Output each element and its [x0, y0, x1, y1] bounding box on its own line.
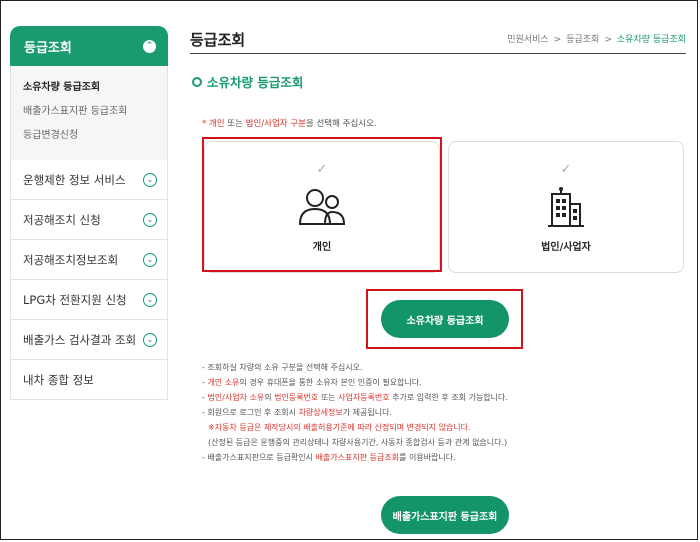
breadcrumb: 민원서비스 > 등급조회 > 소유차량 등급조회: [507, 35, 686, 45]
sidebar-item-low-emission-info[interactable]: 저공해조치정보조회 ⌄: [10, 240, 168, 280]
page-title: 등급조회: [190, 31, 246, 49]
chevron-down-icon: ⌄: [143, 212, 157, 227]
highlight-box-personal: [202, 137, 442, 272]
sidebar-subitem-grade-change[interactable]: 등급변경신청: [23, 124, 167, 148]
note-line: - 개인 소유의 경우 휴대폰을 통한 소유자 본인 인증이 필요합니다.: [202, 378, 422, 387]
breadcrumb-item[interactable]: 등급조회: [566, 35, 599, 45]
note-line: - 회원으로 로그인 후 조회시 차량상세정보가 제공됩니다.: [202, 408, 392, 417]
note-line: - 배출가스표지판으로 등급확인시 배출가스표지판 등급조회를 이용바랍니다.: [202, 453, 456, 462]
chevron-up-icon: ⌃: [143, 39, 156, 53]
note-line: - 법인/사업자 소유의 법인등록번호 또는 사업자등록번호 추가로 입력한 후…: [202, 393, 508, 402]
chevron-down-icon: ⌄: [143, 292, 157, 307]
check-icon: ✓: [560, 162, 572, 177]
sidebar-submenu: 소유차량 등급조회 배출가스표지판 등급조회 등급변경신청: [10, 66, 168, 160]
selection-instruction: * 개인 또는 법인/사업자 구분을 선택해 주십시오.: [202, 119, 377, 129]
section-title: 소유차량 등급조회: [192, 72, 303, 91]
sidebar: 등급조회 ⌃ 소유차량 등급조회 배출가스표지판 등급조회 등급변경신청 운행제…: [10, 26, 168, 400]
note-line: (산정된 등급은 운행중의 관리상태나 차량사용기간, 사동차 종합검사 등과 …: [208, 438, 508, 447]
circle-bullet-icon: [192, 76, 202, 87]
note-line: - 조회하실 차량의 소유 구분을 선택해 주십시오.: [202, 363, 363, 372]
title-divider: [190, 53, 686, 54]
breadcrumb-item[interactable]: 민원서비스: [507, 35, 548, 45]
highlight-box-lookup-button: [366, 289, 523, 349]
breadcrumb-current: 소유차량 등급조회: [616, 35, 686, 45]
sidebar-item-low-emission-apply[interactable]: 저공해조치 신청 ⌄: [10, 200, 168, 240]
corporate-card[interactable]: ✓ 법인/사업자: [448, 141, 684, 273]
chevron-down-icon: ⌄: [143, 252, 157, 267]
sidebar-header-label: 등급조회: [24, 40, 72, 56]
sidebar-subitem-label-lookup[interactable]: 배출가스표지판 등급조회: [23, 100, 167, 124]
sidebar-item-label: LPG차 전환지원 신청: [23, 292, 127, 307]
chevron-down-icon: ⌄: [143, 332, 157, 347]
section-title-text: 소유차량 등급조회: [207, 75, 304, 90]
sidebar-item-emission-test[interactable]: 배출가스 검사결과 조회 ⌄: [10, 320, 168, 360]
sidebar-item-label: 내차 종합 정보: [23, 372, 94, 387]
sidebar-item-label: 운행제한 정보 서비스: [23, 172, 126, 187]
emission-label-grade-lookup-button[interactable]: 배출가스표지판 등급조회: [381, 496, 509, 534]
corporate-card-label: 법인/사업자: [541, 242, 591, 253]
sidebar-header-grade[interactable]: 등급조회 ⌃: [10, 26, 168, 66]
sidebar-item-label: 저공해조치 신청: [23, 212, 101, 227]
chevron-down-icon: ⌄: [143, 172, 157, 187]
guidance-notes: - 조회하실 차량의 소유 구분을 선택해 주십시오. - 개인 소유의 경우 …: [202, 360, 508, 465]
note-line: ※자동차 등급은 제작당시의 배출허용기준에 따라 산정되며 변경되지 않습니다…: [208, 423, 471, 432]
sidebar-item-my-car[interactable]: 내차 종합 정보: [10, 360, 168, 400]
sidebar-item-label: 배출가스 검사결과 조회: [23, 332, 137, 347]
sidebar-subitem-owned-vehicle[interactable]: 소유차량 등급조회: [23, 76, 167, 100]
sidebar-item-label: 저공해조치정보조회: [23, 252, 119, 267]
building-icon: [449, 186, 683, 232]
sidebar-item-lpg[interactable]: LPG차 전환지원 신청 ⌄: [10, 280, 168, 320]
sidebar-item-restriction[interactable]: 운행제한 정보 서비스 ⌄: [10, 160, 168, 200]
